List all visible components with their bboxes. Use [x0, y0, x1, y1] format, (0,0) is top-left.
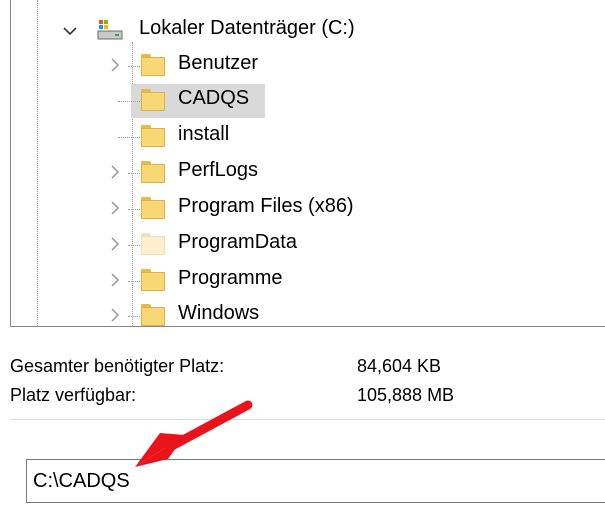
- drive-icon: [96, 18, 124, 42]
- available-space-value: 105,888 MB: [357, 385, 455, 405]
- tree-connector: [128, 173, 142, 174]
- tree-item-program-files-x86[interactable]: Program Files (x86): [178, 195, 354, 218]
- folder-icon: [141, 269, 165, 291]
- folder-icon: [141, 89, 165, 111]
- tree-item-programdata[interactable]: ProgramData: [178, 231, 297, 254]
- tree-item-programme[interactable]: Programme: [178, 267, 282, 290]
- chevron-right-icon[interactable]: [106, 271, 124, 289]
- folder-icon: [141, 233, 165, 255]
- tree-connector: [118, 137, 140, 138]
- tree-connector: [128, 316, 142, 317]
- tree-connector: [128, 281, 142, 282]
- tree-connector: [128, 245, 142, 246]
- chevron-down-icon[interactable]: [61, 22, 79, 40]
- annotation-arrow-icon: [135, 400, 253, 467]
- required-space-label: Gesamter benötigter Platz:: [10, 356, 225, 376]
- group-box-border: [10, 419, 605, 420]
- tree-item-windows[interactable]: Windows: [178, 302, 259, 325]
- chevron-right-icon[interactable]: [106, 199, 124, 217]
- folder-icon: [141, 54, 165, 76]
- drive-label[interactable]: Lokaler Datenträger (C:): [139, 17, 355, 40]
- tree-item-cadqs[interactable]: CADQS: [178, 87, 249, 110]
- install-path-input[interactable]: [26, 459, 605, 503]
- tree-item-benutzer[interactable]: Benutzer: [178, 52, 258, 75]
- tree-connector: [128, 209, 142, 210]
- tree-guide-line: [37, 0, 38, 326]
- tree-item-perflogs[interactable]: PerfLogs: [178, 159, 258, 182]
- chevron-right-icon[interactable]: [106, 306, 124, 324]
- folder-icon: [141, 197, 165, 219]
- chevron-right-icon[interactable]: [106, 56, 124, 74]
- required-space-value: 84,604 KB: [357, 356, 442, 376]
- tree-connector: [128, 66, 142, 67]
- tree-connector: [118, 101, 140, 102]
- folder-icon: [141, 304, 165, 326]
- chevron-right-icon[interactable]: [106, 235, 124, 253]
- available-space-label: Platz verfügbar:: [10, 385, 137, 405]
- folder-icon: [141, 125, 165, 147]
- folder-tree[interactable]: Lokaler Datenträger (C:) Benutzer CADQS …: [10, 0, 605, 327]
- folder-icon: [141, 161, 165, 183]
- tree-item-install[interactable]: install: [178, 123, 229, 146]
- chevron-right-icon[interactable]: [106, 163, 124, 181]
